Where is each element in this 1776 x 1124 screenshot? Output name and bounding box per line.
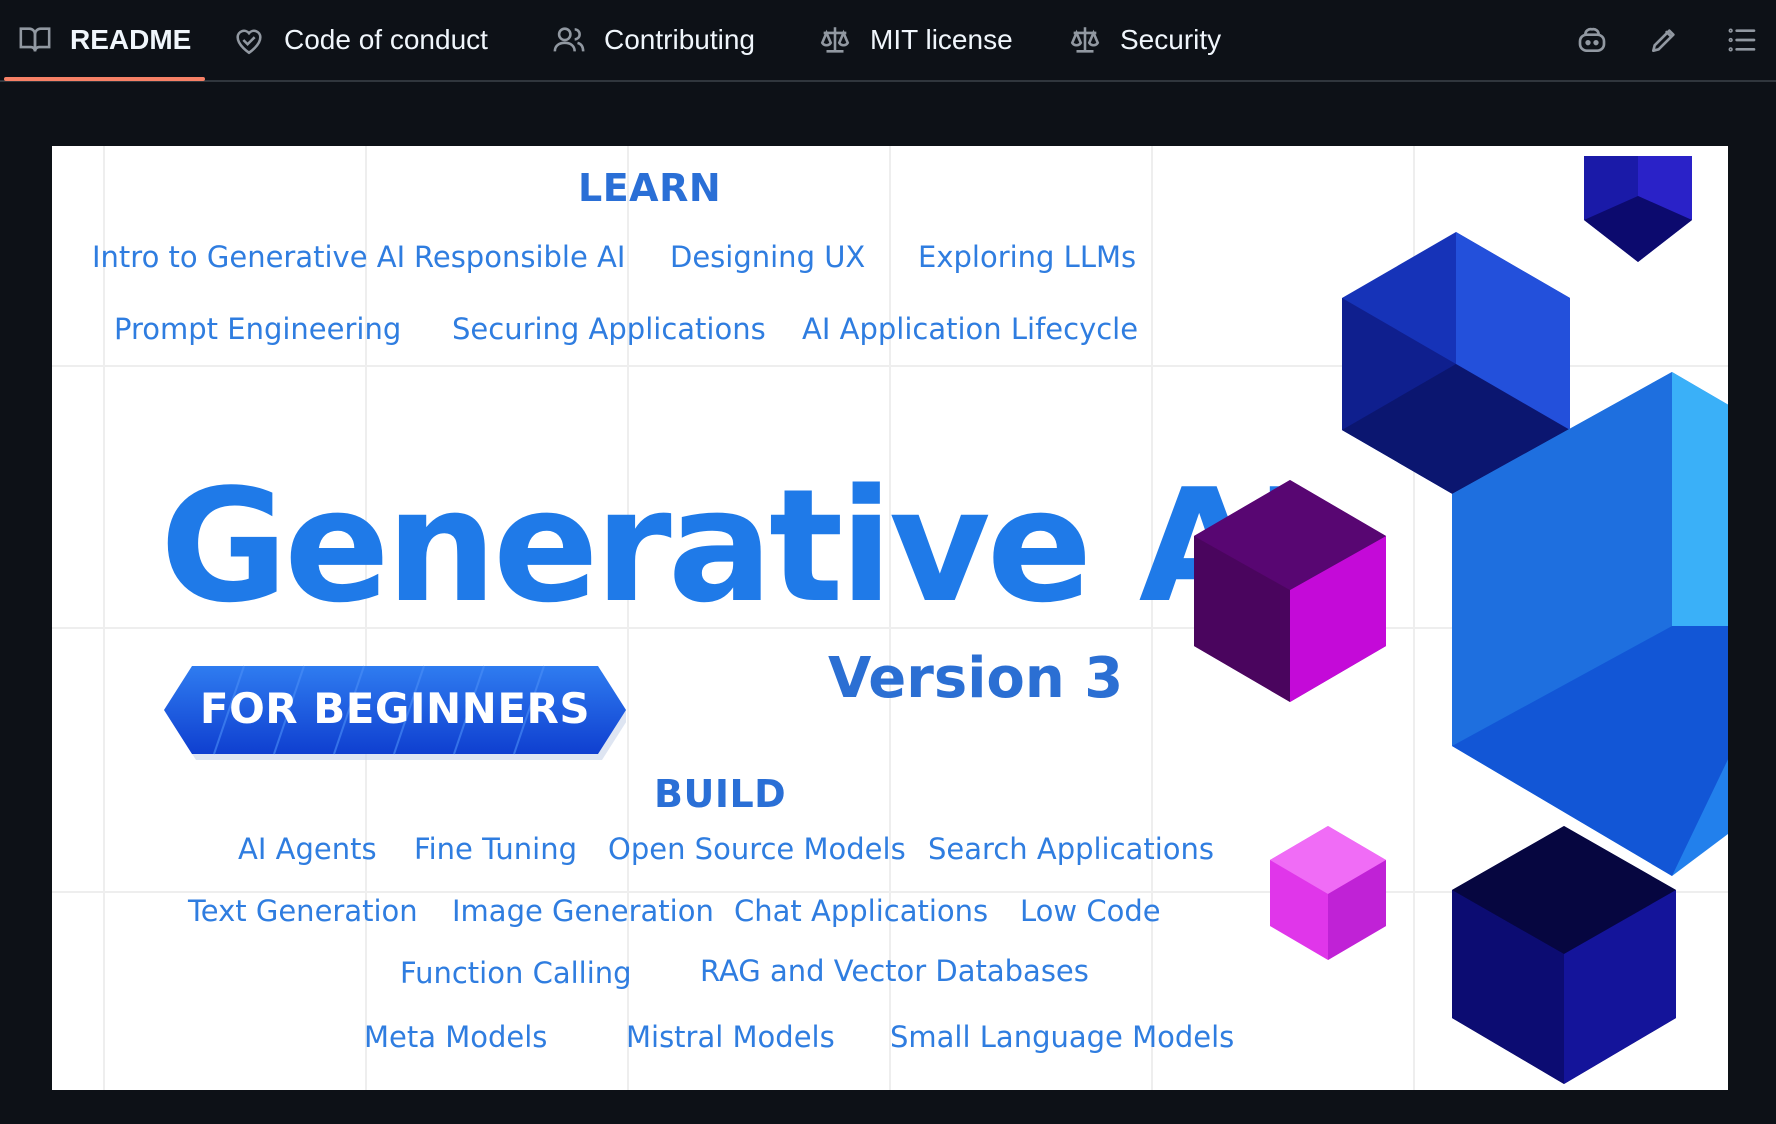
repo-tab-bar: README Code of conduct Contributing MIT …: [0, 0, 1776, 82]
copilot-icon: [1578, 27, 1606, 52]
build-topic: Text Generation: [188, 894, 418, 928]
scale-icon: [818, 23, 852, 57]
readme-banner-image: LEARN Intro to Generative AI Responsible…: [52, 146, 1728, 1090]
heart-handshake-icon: [232, 23, 266, 57]
build-topic: AI Agents: [238, 832, 377, 866]
tab-label: MIT license: [870, 24, 1013, 55]
book-icon: [18, 23, 52, 57]
build-topic: Small Language Models: [890, 1020, 1235, 1054]
learn-topic: Designing UX: [670, 240, 866, 274]
people-icon: [552, 23, 586, 57]
build-topic: RAG and Vector Databases: [700, 954, 1089, 988]
tab-label: Security: [1120, 24, 1222, 55]
build-topic: Fine Tuning: [414, 832, 577, 866]
tab-label: README: [70, 24, 192, 55]
tab-security[interactable]: Security: [1068, 0, 1221, 80]
build-topic: Mistral Models: [626, 1020, 835, 1054]
tab-label: Contributing: [604, 24, 755, 55]
build-topic: Image Generation: [452, 894, 714, 928]
scale-icon: [1068, 23, 1102, 57]
edit-file-button[interactable]: [1642, 18, 1686, 62]
learn-heading: LEARN: [578, 166, 722, 210]
tab-label: Code of conduct: [284, 24, 488, 55]
build-topic: Function Calling: [400, 956, 632, 990]
build-heading: BUILD: [654, 772, 787, 816]
learn-topic: Prompt Engineering: [114, 312, 402, 346]
learn-topic: Exploring LLMs: [918, 240, 1137, 274]
build-topic: Meta Models: [364, 1020, 548, 1054]
build-topic: Search Applications: [928, 832, 1214, 866]
outline-button[interactable]: [1720, 18, 1764, 62]
ribbon-label: FOR BEGINNERS: [199, 684, 591, 733]
learn-topic: Intro to Generative AI: [92, 240, 406, 274]
banner-version: Version 3: [828, 646, 1124, 711]
tab-readme[interactable]: README: [3, 0, 206, 81]
build-topic: Chat Applications: [734, 894, 989, 928]
banner-title: Generative AI: [160, 455, 1314, 637]
list-icon: [1728, 28, 1756, 52]
build-topic: Low Code: [1020, 894, 1161, 928]
tab-code-of-conduct[interactable]: Code of conduct: [232, 0, 488, 80]
learn-topic: Securing Applications: [452, 312, 766, 346]
learn-topic: Responsible AI: [414, 240, 626, 274]
tab-mit-license[interactable]: MIT license: [818, 0, 1013, 80]
tab-contributing[interactable]: Contributing: [552, 0, 755, 80]
copilot-button[interactable]: [1570, 18, 1614, 62]
build-topic: Open Source Models: [608, 832, 906, 866]
pencil-icon: [1652, 29, 1675, 52]
learn-topic: AI Application Lifecycle: [802, 312, 1139, 346]
